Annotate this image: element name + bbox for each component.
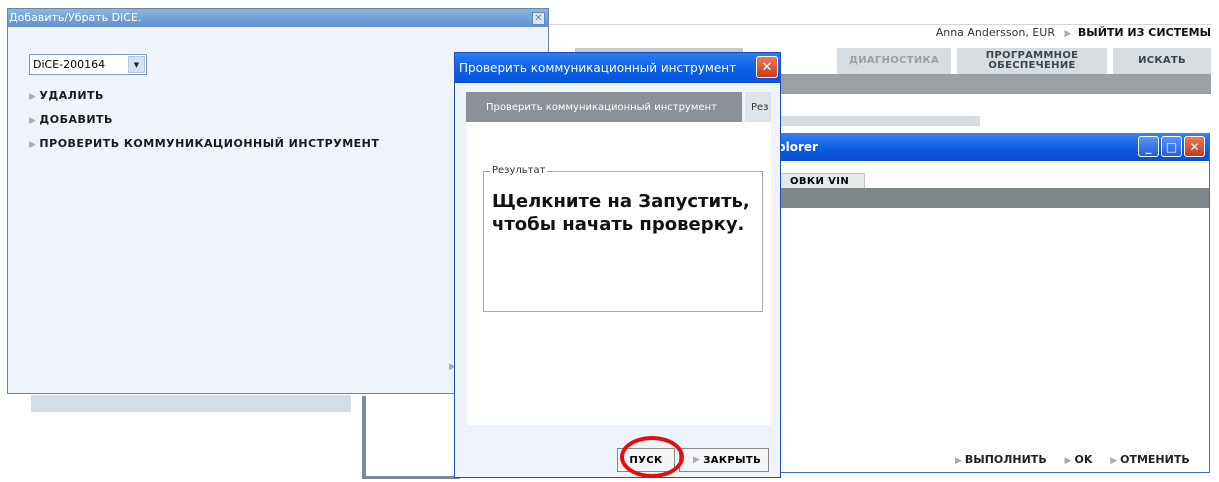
menu-item-add[interactable]: ▶ ДОБАВИТЬ	[29, 113, 379, 137]
ok-button[interactable]: OK	[1074, 453, 1092, 466]
tab-label: ПРОГРАММНОЕ ОБЕСПЕЧЕНИЕ	[985, 50, 1079, 71]
window-controls: _ □ ✕	[1138, 136, 1205, 157]
window-shadow	[31, 395, 351, 412]
execute-button[interactable]: ВЫПОЛНИТЬ	[965, 453, 1047, 466]
logout-link[interactable]: ВЫЙТИ ИЗ СИСТЕМЫ	[1078, 26, 1211, 39]
start-label: ПУСК	[629, 454, 663, 466]
screen: Anna Andersson, EUR ▶ ВЫЙТИ ИЗ СИСТЕМЫ О…	[0, 0, 1219, 482]
tab-content-bar	[761, 188, 1209, 208]
minimize-icon[interactable]: _	[1138, 136, 1159, 157]
result-group-label: Результат	[490, 165, 548, 176]
menu-item-remove[interactable]: ▶ УДАЛИТЬ	[29, 89, 379, 113]
device-select-value: DiCE-200164	[33, 58, 106, 71]
device-select[interactable]: DiCE-200164 ▼	[29, 54, 147, 75]
dice-window-title: Добавить/Убрать DiCE.	[8, 9, 548, 27]
arrow-icon: ▶	[1064, 29, 1072, 39]
dialog-title-text: Проверить коммуникационный инструмент	[459, 61, 737, 75]
arrow-icon: ▶	[29, 116, 37, 126]
arrow-icon: ▶	[29, 92, 37, 102]
tab-label: ДИАГНОСТИКА	[849, 55, 939, 66]
arrow-icon: ▶	[692, 455, 701, 465]
menu-label: ДОБАВИТЬ	[39, 113, 113, 126]
dialog-title: Проверить коммуникационный инструмент ✕	[455, 53, 780, 83]
menu-item-check-tool[interactable]: ▶ ПРОВЕРИТЬ КОММУНИКАЦИОННЫЙ ИНСТРУМЕНТ	[29, 137, 379, 161]
result-text: Щелкните на Запустить, чтобы начать пров…	[492, 191, 750, 235]
arrow-icon: ▶	[1064, 456, 1072, 466]
arrow-icon: ▶	[955, 456, 962, 466]
dialog-panel: Результат Щелкните на Запустить, чтобы н…	[467, 122, 771, 425]
tab-search[interactable]: ИСКАТЬ	[1113, 48, 1211, 74]
menu-label: УДАЛИТЬ	[39, 89, 104, 102]
tab-label: ИСКАТЬ	[1138, 55, 1186, 66]
chevron-down-icon[interactable]: ▼	[128, 56, 145, 73]
close-icon[interactable]: ✕	[532, 12, 545, 25]
arrow-icon: ▶	[1110, 456, 1118, 466]
menu-label: ПРОВЕРИТЬ КОММУНИКАЦИОННЫЙ ИНСТРУМЕНТ	[39, 137, 380, 150]
arrow-icon: ▶	[29, 140, 37, 150]
cancel-button[interactable]: ОТМЕНИТЬ	[1120, 453, 1190, 466]
frame-edge	[362, 396, 366, 478]
user-name: Anna Andersson, EUR	[935, 26, 1055, 39]
tab-software[interactable]: ПРОГРАММНОЕ ОБЕСПЕЧЕНИЕ	[957, 48, 1107, 74]
start-button[interactable]: ПУСК	[617, 448, 675, 472]
tab-result[interactable]: Рез	[745, 92, 771, 122]
dialog-buttons: ПУСК ▶ ЗАКРЫТЬ	[617, 448, 769, 472]
dialog-tabs: Проверить коммуникационный инструмент Ре…	[466, 92, 771, 122]
close-icon[interactable]: ✕	[756, 56, 778, 78]
close-label: ЗАКРЫТЬ	[703, 454, 762, 466]
close-icon[interactable]: ✕	[1184, 136, 1205, 157]
frame-edge-bottom	[362, 476, 460, 479]
maximize-icon[interactable]: □	[1161, 136, 1182, 157]
header-divider	[548, 24, 1211, 25]
tab-diagnostics[interactable]: ДИАГНОСТИКА	[837, 48, 951, 74]
close-button[interactable]: ▶ ЗАКРЫТЬ	[679, 448, 769, 472]
explorer-window: plorer _ □ ✕ ОВКИ VIN ▶ ВЫПОЛНИТЬ ▶ OK ▶ ОТ…	[760, 133, 1210, 473]
dice-menu: ▶ УДАЛИТЬ ▶ ДОБАВИТЬ ▶ ПРОВЕРИТЬ КОММУНИКАЦ…	[29, 89, 379, 161]
explorer-actions: ▶ ВЫПОЛНИТЬ ▶ OK ▶ ОТМЕНИТЬ	[949, 453, 1198, 466]
tab-vin[interactable]: ОВКИ VIN	[777, 173, 865, 189]
result-group: Результат Щелкните на Запустить, чтобы н…	[483, 165, 763, 312]
check-tool-dialog: Проверить коммуникационный инструмент ✕ …	[454, 52, 781, 478]
user-bar: Anna Andersson, EUR ▶ ВЫЙТИ ИЗ СИСТЕМЫ	[936, 26, 1211, 39]
tab-check-tool[interactable]: Проверить коммуникационный инструмент	[466, 92, 742, 122]
